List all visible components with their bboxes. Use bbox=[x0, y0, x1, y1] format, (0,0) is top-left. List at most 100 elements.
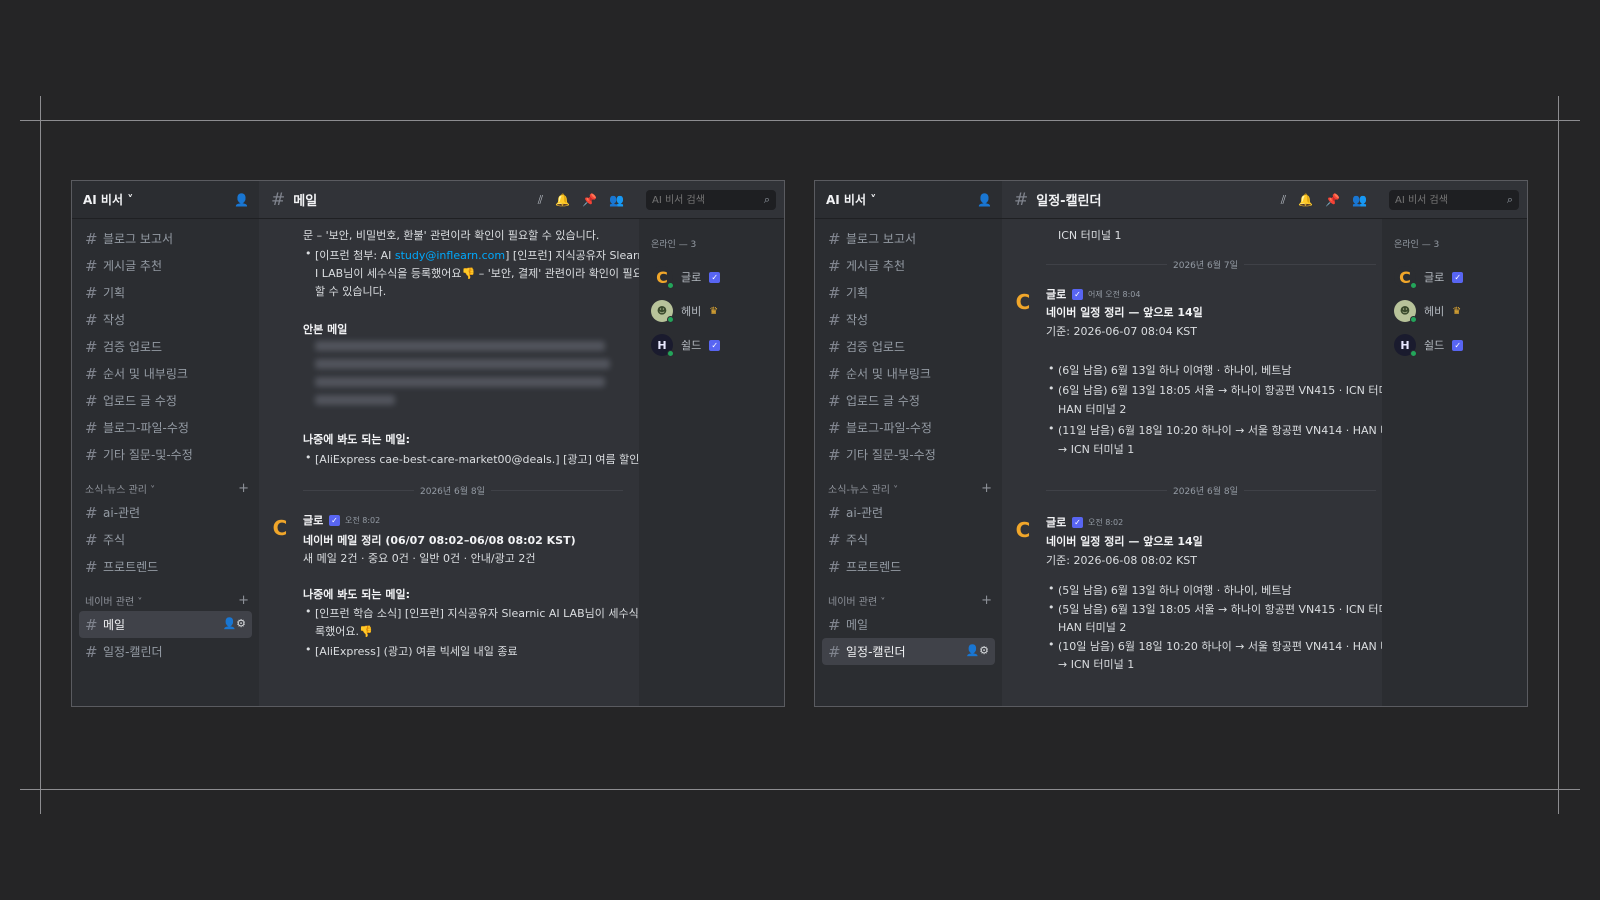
message-author[interactable]: 글로 bbox=[1046, 514, 1066, 530]
add-channel-icon[interactable]: + bbox=[981, 481, 992, 496]
bot-badge-icon: ✓ bbox=[709, 271, 721, 283]
channel-label: 주식 bbox=[103, 533, 126, 547]
channel-item[interactable]: # ai-관련 bbox=[822, 499, 995, 526]
search-icon[interactable]: ⌕ bbox=[764, 193, 770, 207]
channel-item[interactable]: # 블로그-파일-수정 bbox=[822, 414, 995, 441]
bell-icon[interactable]: 🔔 bbox=[555, 193, 570, 208]
schedule-item: (11일 남음) 6월 18일 10:20 하나이 → 서울 항공편 VN414… bbox=[1048, 422, 1382, 438]
channel-item[interactable]: # 게시글 추천 bbox=[822, 252, 995, 279]
channel-item-active[interactable]: # 일정-캘린더 👤⚙ bbox=[822, 638, 995, 665]
message-author[interactable]: 글로 bbox=[1046, 286, 1066, 302]
channel-item[interactable]: # 업로드 글 수정 bbox=[79, 387, 252, 414]
bot-avatar[interactable]: C bbox=[1010, 517, 1036, 543]
channel-item[interactable]: # 주식 bbox=[79, 526, 252, 553]
category-naver[interactable]: 네이버 관련 ˅ + bbox=[72, 589, 259, 611]
members-icon[interactable]: 👥 bbox=[1352, 193, 1367, 208]
threads-icon[interactable]: ⫽ bbox=[1281, 193, 1286, 208]
threads-icon[interactable]: ⫽ bbox=[538, 193, 543, 208]
summary-subtitle: 기준: 2026-06-07 08:04 KST bbox=[1046, 325, 1197, 338]
message-text: 록했어요.👎 bbox=[315, 625, 373, 638]
category-news[interactable]: 소식-뉴스 관리 ˅ + bbox=[815, 477, 1002, 499]
member-item[interactable]: H 쉴드 ✓ bbox=[1394, 328, 1527, 362]
category-label: 소식-뉴스 관리 ˅ bbox=[828, 484, 899, 496]
channel-item[interactable]: # 블로그-파일-수정 bbox=[79, 414, 252, 441]
message-list: 문 – '보안, 비밀번호, 환불' 관련이라 확인이 필요할 수 있습니다. … bbox=[259, 219, 639, 706]
member-item[interactable]: ☻ 헤비 ♛ bbox=[651, 294, 784, 328]
category-naver[interactable]: 네이버 관련 ˅ + bbox=[815, 589, 1002, 611]
add-channel-icon[interactable]: + bbox=[238, 593, 249, 608]
add-channel-icon[interactable]: + bbox=[238, 481, 249, 496]
member-item[interactable]: H 쉴드 ✓ bbox=[651, 328, 784, 362]
server-header[interactable]: AI 비서 ˅ 👤 bbox=[72, 181, 259, 219]
date-divider-label: 2026년 6월 8일 bbox=[414, 484, 491, 497]
channel-settings-icon[interactable]: 👤⚙ bbox=[222, 617, 246, 630]
channel-label: 게시글 추천 bbox=[103, 259, 163, 273]
channel-item[interactable]: # 기타 질문-및-수정 bbox=[79, 441, 252, 468]
hash-icon: # bbox=[85, 503, 98, 522]
hash-icon: # bbox=[828, 256, 841, 275]
pin-icon[interactable]: 📌 bbox=[582, 193, 597, 208]
guide-line-left bbox=[40, 96, 41, 814]
member-list: 온라인 — 3 C 글로 ✓ ☻ 헤비 ♛ H 쉴드 ✓ bbox=[639, 219, 784, 706]
channel-item[interactable]: # 블로그 보고서 bbox=[79, 225, 252, 252]
category-label: 네이버 관련 ˅ bbox=[85, 596, 143, 608]
pin-icon[interactable]: 📌 bbox=[1325, 193, 1340, 208]
channel-item[interactable]: # 검증 업로드 bbox=[822, 333, 995, 360]
hash-icon: # bbox=[85, 445, 98, 464]
channel-item[interactable]: # 검증 업로드 bbox=[79, 333, 252, 360]
message-author[interactable]: 글로 bbox=[303, 512, 323, 528]
server-name[interactable]: AI 비서 ˅ bbox=[826, 191, 876, 208]
channel-item-active[interactable]: # 메일 👤⚙ bbox=[79, 611, 252, 638]
search-input[interactable] bbox=[646, 190, 776, 210]
message-text-part: ] [인프런] 지식공유자 Slearnic A bbox=[505, 249, 639, 262]
members-icon[interactable]: 👥 bbox=[609, 193, 624, 208]
channel-item[interactable]: # 작성 bbox=[79, 306, 252, 333]
message-text: [AliExpress cae-best-care-market00@deals… bbox=[305, 451, 639, 467]
member-item[interactable]: ☻ 헤비 ♛ bbox=[1394, 294, 1527, 328]
member-name: 헤비 bbox=[1424, 305, 1445, 318]
channel-item[interactable]: # ai-관련 bbox=[79, 499, 252, 526]
channel-item[interactable]: # 프로트렌드 bbox=[822, 553, 995, 580]
channel-settings-icon[interactable]: 👤⚙ bbox=[965, 644, 989, 657]
channel-label: 검증 업로드 bbox=[846, 340, 906, 354]
search-input[interactable] bbox=[1389, 190, 1519, 210]
search-icon[interactable]: ⌕ bbox=[1507, 193, 1513, 207]
bell-icon[interactable]: 🔔 bbox=[1298, 193, 1313, 208]
channel-item[interactable]: # 게시글 추천 bbox=[79, 252, 252, 279]
channel-label: 주식 bbox=[846, 533, 869, 547]
channel-item[interactable]: # 업로드 글 수정 bbox=[822, 387, 995, 414]
hash-icon: # bbox=[828, 418, 841, 437]
category-news[interactable]: 소식-뉴스 관리 ˅ + bbox=[72, 477, 259, 499]
redacted-text bbox=[315, 341, 605, 351]
channel-item[interactable]: # 순서 및 내부링크 bbox=[822, 360, 995, 387]
avatar: C bbox=[651, 266, 674, 289]
add-channel-icon[interactable]: + bbox=[981, 593, 992, 608]
channel-item[interactable]: # 일정-캘린더 bbox=[79, 638, 252, 665]
server-header[interactable]: AI 비서 ˅ 👤 bbox=[815, 181, 1002, 219]
channel-item[interactable]: # 프로트렌드 bbox=[79, 553, 252, 580]
online-status-icon bbox=[1410, 316, 1417, 323]
bot-badge-icon: ✓ bbox=[1452, 271, 1464, 283]
channel-item[interactable]: # 블로그 보고서 bbox=[822, 225, 995, 252]
date-divider-label: 2026년 6월 7일 bbox=[1167, 258, 1244, 271]
avatar: C bbox=[1394, 266, 1417, 289]
server-name[interactable]: AI 비서 ˅ bbox=[83, 191, 133, 208]
channel-item[interactable]: # 기획 bbox=[79, 279, 252, 306]
bot-avatar[interactable]: C bbox=[1010, 289, 1036, 315]
channel-label: 블로그-파일-수정 bbox=[103, 421, 189, 435]
add-member-icon[interactable]: 👤 bbox=[977, 193, 992, 207]
crown-icon: ♛ bbox=[1452, 305, 1462, 317]
bot-avatar[interactable]: C bbox=[267, 515, 293, 541]
channel-item[interactable]: # 주식 bbox=[822, 526, 995, 553]
channel-item[interactable]: # 순서 및 내부링크 bbox=[79, 360, 252, 387]
member-item[interactable]: C 글로 ✓ bbox=[1394, 260, 1527, 294]
hash-icon: # bbox=[85, 391, 98, 410]
channel-item[interactable]: # 기타 질문-및-수정 bbox=[822, 441, 995, 468]
add-member-icon[interactable]: 👤 bbox=[234, 193, 249, 207]
member-item[interactable]: C 글로 ✓ bbox=[651, 260, 784, 294]
email-link[interactable]: study@inflearn.com bbox=[395, 249, 505, 262]
channel-item[interactable]: # 작성 bbox=[822, 306, 995, 333]
message-heading: 나중에 봐도 되는 메일: bbox=[303, 588, 410, 601]
channel-item[interactable]: # 메일 bbox=[822, 611, 995, 638]
channel-item[interactable]: # 기획 bbox=[822, 279, 995, 306]
